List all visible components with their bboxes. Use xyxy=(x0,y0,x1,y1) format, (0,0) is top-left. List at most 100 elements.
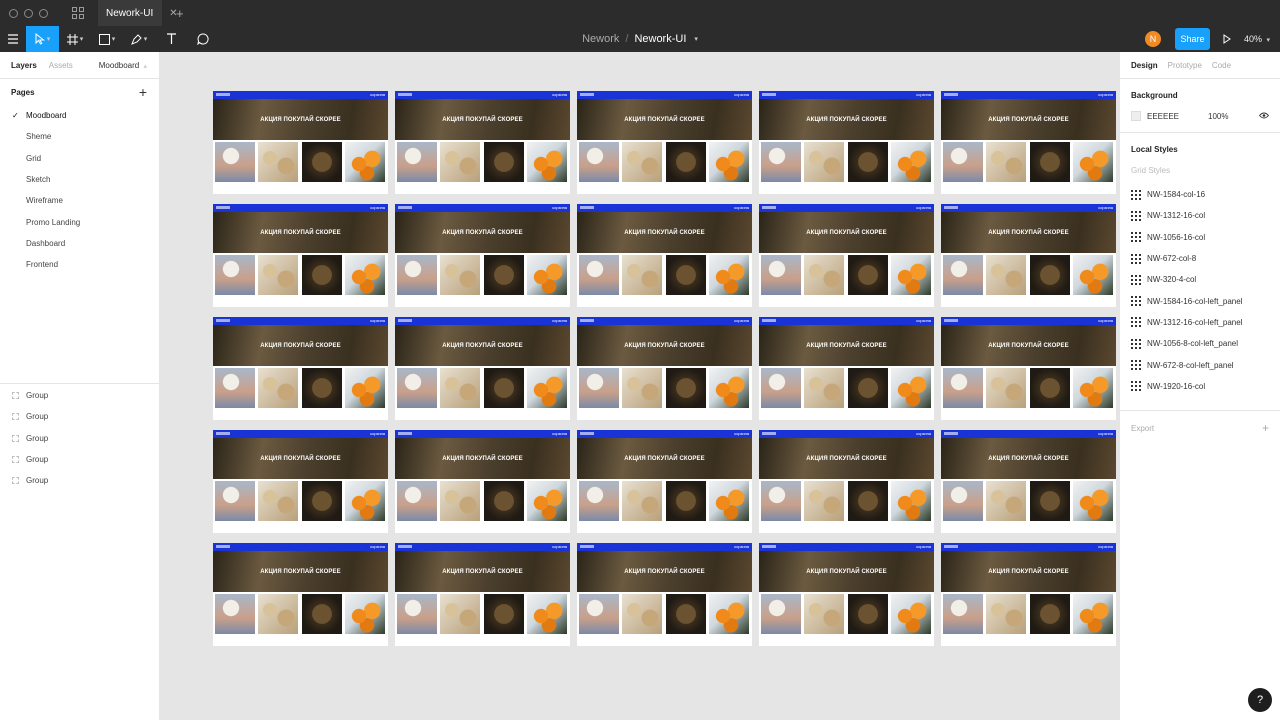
grid-style-item[interactable]: NW-1056-8-col-left_panel xyxy=(1131,333,1242,354)
frame-product-image xyxy=(527,368,567,408)
tab-code[interactable]: Code xyxy=(1212,61,1231,70)
layer-item[interactable]: Group xyxy=(0,385,160,406)
grid-style-item[interactable]: NW-1312-16-col-left_panel xyxy=(1131,312,1242,333)
frame-thumbnail[interactable]: корзина АКЦИЯ ПОКУПАЙ СКОРЕЕ xyxy=(395,91,570,194)
frame-product-image xyxy=(666,481,706,521)
background-opacity[interactable]: 100% xyxy=(1208,112,1228,121)
grid-style-icon xyxy=(1131,232,1141,243)
frame-logo xyxy=(216,206,230,209)
frame-hero-banner: АКЦИЯ ПОКУПАЙ СКОРЕЕ xyxy=(395,551,570,592)
comment-tool-button[interactable] xyxy=(187,26,219,52)
layer-item[interactable]: Group xyxy=(0,470,160,491)
layer-item[interactable]: Group xyxy=(0,449,160,470)
background-swatch[interactable] xyxy=(1131,111,1141,121)
main-menu-button[interactable] xyxy=(0,26,26,52)
frame-thumbnail[interactable]: корзина АКЦИЯ ПОКУПАЙ СКОРЕЕ xyxy=(395,543,570,646)
grid-style-item[interactable]: NW-320-4-col xyxy=(1131,269,1242,290)
add-tab-icon[interactable]: + xyxy=(176,6,184,21)
frame-thumbnail[interactable]: корзина АКЦИЯ ПОКУПАЙ СКОРЕЕ xyxy=(213,430,388,533)
close-window-icon[interactable] xyxy=(9,8,18,18)
file-tab-label: Nework-UI xyxy=(106,7,154,19)
cursor-icon xyxy=(35,33,45,45)
frame-thumbnail[interactable]: корзина АКЦИЯ ПОКУПАЙ СКОРЕЕ xyxy=(395,317,570,420)
grid-style-item[interactable]: NW-672-8-col-left_panel xyxy=(1131,354,1242,375)
frame-thumbnail[interactable]: корзина АКЦИЯ ПОКУПАЙ СКОРЕЕ xyxy=(759,317,934,420)
frame-hero-banner: АКЦИЯ ПОКУПАЙ СКОРЕЕ xyxy=(213,438,388,479)
frame-thumbnail[interactable]: корзина АКЦИЯ ПОКУПАЙ СКОРЕЕ xyxy=(941,543,1116,646)
frame-thumbnail[interactable]: корзина АКЦИЯ ПОКУПАЙ СКОРЕЕ xyxy=(941,204,1116,307)
avatar[interactable]: N xyxy=(1145,31,1161,47)
frame-thumbnail[interactable]: корзина АКЦИЯ ПОКУПАЙ СКОРЕЕ xyxy=(577,543,752,646)
frame-thumbnail[interactable]: корзина АКЦИЯ ПОКУПАЙ СКОРЕЕ xyxy=(213,543,388,646)
background-hex[interactable]: EEEEEE xyxy=(1147,112,1179,121)
grid-style-item[interactable]: NW-1584-16-col-left_panel xyxy=(1131,290,1242,311)
frame-hero-text: АКЦИЯ ПОКУПАЙ СКОРЕЕ xyxy=(442,455,523,462)
frame-thumbnail[interactable]: корзина АКЦИЯ ПОКУПАЙ СКОРЕЕ xyxy=(395,430,570,533)
tab-layers[interactable]: Layers xyxy=(11,61,37,70)
tab-assets[interactable]: Assets xyxy=(49,61,73,70)
move-tool-button[interactable]: ▾ xyxy=(26,26,59,52)
page-item[interactable]: Frontend xyxy=(0,254,159,275)
frame-cart-label: корзина xyxy=(370,318,385,323)
frame-product-image xyxy=(258,255,298,295)
files-grid-icon[interactable] xyxy=(72,7,84,19)
frame-thumbnail[interactable]: корзина АКЦИЯ ПОКУПАЙ СКОРЕЕ xyxy=(577,91,752,194)
frame-thumbnail[interactable]: корзина АКЦИЯ ПОКУПАЙ СКОРЕЕ xyxy=(941,91,1116,194)
maximize-window-icon[interactable] xyxy=(39,8,48,18)
zoom-menu[interactable]: 40% ▾ xyxy=(1244,34,1278,44)
frame-thumbnail[interactable]: корзина АКЦИЯ ПОКУПАЙ СКОРЕЕ xyxy=(213,317,388,420)
grid-style-item[interactable]: NW-672-col-8 xyxy=(1131,248,1242,269)
file-tab[interactable]: Nework-UI ✕ xyxy=(98,0,178,26)
frame-cart-label: корзина xyxy=(734,431,749,436)
grid-style-item[interactable]: NW-1312-16-col xyxy=(1131,205,1242,226)
frame-thumbnail[interactable]: корзина АКЦИЯ ПОКУПАЙ СКОРЕЕ xyxy=(395,204,570,307)
text-tool-button[interactable] xyxy=(155,26,187,52)
frame-thumbnail[interactable]: корзина АКЦИЯ ПОКУПАЙ СКОРЕЕ xyxy=(577,204,752,307)
share-button[interactable]: Share xyxy=(1175,28,1210,50)
grid-style-item[interactable]: NW-1584-col-16 xyxy=(1131,184,1242,205)
add-export-icon[interactable]: + xyxy=(1262,421,1269,435)
breadcrumb-file[interactable]: Nework-UI xyxy=(634,33,686,45)
page-item[interactable]: Grid xyxy=(0,148,159,169)
tab-prototype[interactable]: Prototype xyxy=(1168,61,1202,70)
chevron-down-icon[interactable]: ▾ xyxy=(694,35,698,43)
frame-thumbnail[interactable]: корзина АКЦИЯ ПОКУПАЙ СКОРЕЕ xyxy=(213,91,388,194)
frame-tool-button[interactable]: ▾ xyxy=(59,26,91,52)
present-button[interactable] xyxy=(1210,34,1244,44)
frame-product-image xyxy=(345,255,385,295)
shape-tool-button[interactable]: ▾ xyxy=(91,26,123,52)
frame-thumbnail[interactable]: корзина АКЦИЯ ПОКУПАЙ СКОРЕЕ xyxy=(759,430,934,533)
page-item[interactable]: Dashboard xyxy=(0,233,159,254)
page-item[interactable]: Wireframe xyxy=(0,190,159,211)
frame-product-image xyxy=(440,368,480,408)
frame-product-image xyxy=(302,255,342,295)
frame-thumbnail[interactable]: корзина АКЦИЯ ПОКУПАЙ СКОРЕЕ xyxy=(941,430,1116,533)
help-button[interactable]: ? xyxy=(1248,688,1272,712)
breadcrumb-project[interactable]: Nework xyxy=(582,33,619,45)
frame-thumbnail[interactable]: корзина АКЦИЯ ПОКУПАЙ СКОРЕЕ xyxy=(577,317,752,420)
layer-item[interactable]: Group xyxy=(0,406,160,427)
frame-thumbnail[interactable]: корзина АКЦИЯ ПОКУПАЙ СКОРЕЕ xyxy=(577,430,752,533)
pen-tool-button[interactable]: ▾ xyxy=(123,26,155,52)
add-page-icon[interactable]: + xyxy=(139,84,147,100)
grid-style-item[interactable]: NW-1056-16-col xyxy=(1131,227,1242,248)
frame-thumbnail[interactable]: корзина АКЦИЯ ПОКУПАЙ СКОРЕЕ xyxy=(759,204,934,307)
page-item[interactable]: Sheme xyxy=(0,126,159,147)
page-item[interactable]: ✓ Moodboard xyxy=(0,105,159,126)
grid-style-item[interactable]: NW-1920-16-col xyxy=(1131,376,1242,397)
page-selector[interactable]: Moodboard ▴ xyxy=(99,61,147,70)
page-item[interactable]: Promo Landing xyxy=(0,211,159,232)
page-item-label: Grid xyxy=(26,153,42,163)
frame-thumbnail[interactable]: корзина АКЦИЯ ПОКУПАЙ СКОРЕЕ xyxy=(759,543,934,646)
frame-logo xyxy=(762,545,776,548)
frame-thumbnail[interactable]: корзина АКЦИЯ ПОКУПАЙ СКОРЕЕ xyxy=(941,317,1116,420)
eye-icon[interactable] xyxy=(1258,111,1270,121)
frame-thumbnail[interactable]: корзина АКЦИЯ ПОКУПАЙ СКОРЕЕ xyxy=(213,204,388,307)
minimize-window-icon[interactable] xyxy=(24,8,33,18)
tab-design[interactable]: Design xyxy=(1131,61,1158,70)
page-item[interactable]: Sketch xyxy=(0,169,159,190)
canvas[interactable]: корзина АКЦИЯ ПОКУПАЙ СКОРЕЕ корзина АКЦИЯ … xyxy=(161,52,1119,720)
frame-hero-text: АКЦИЯ ПОКУПАЙ СКОРЕЕ xyxy=(260,455,341,462)
frame-thumbnail[interactable]: корзина АКЦИЯ ПОКУПАЙ СКОРЕЕ xyxy=(759,91,934,194)
layer-item[interactable]: Group xyxy=(0,428,160,449)
